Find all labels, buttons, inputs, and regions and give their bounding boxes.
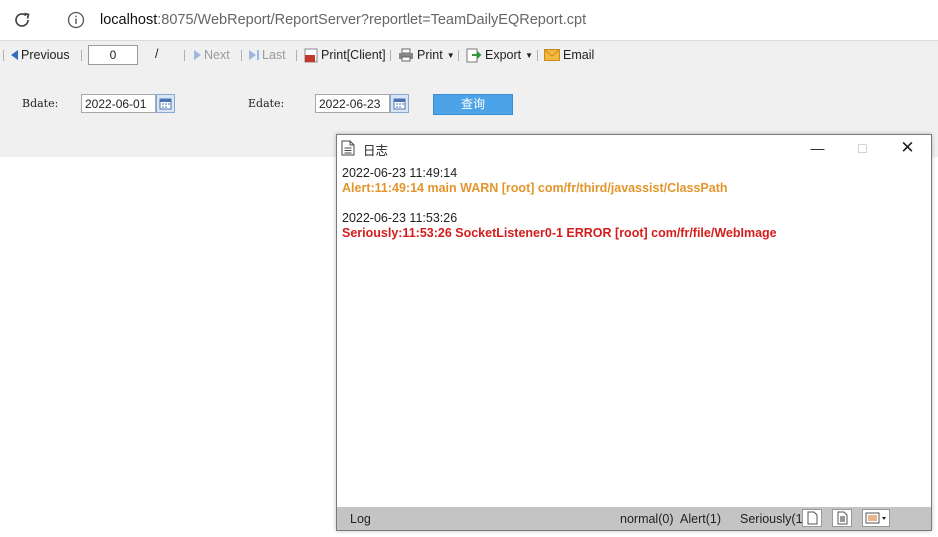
info-icon[interactable] [67, 11, 85, 29]
last-label: Last [262, 48, 286, 62]
export-icon [466, 48, 482, 62]
log-message-serious: Seriously:11:53:26 SocketListener0-1 ERR… [342, 226, 777, 240]
email-label: Email [563, 48, 595, 62]
log-entry: 2022-06-23 11:49:14 Alert:11:49:14 main … [342, 166, 777, 196]
email-button[interactable]: Email [544, 41, 594, 69]
print-button[interactable]: Print ▼ [398, 41, 455, 69]
pdf-print-icon [304, 48, 318, 62]
last-button[interactable]: Last [249, 41, 286, 69]
log-label: Log [350, 512, 371, 526]
arrow-last-icon [249, 50, 259, 60]
previous-button[interactable]: Previous [11, 41, 70, 69]
url-field[interactable]: localhost:8075/WebReport/ReportServer?re… [100, 12, 586, 28]
toolbar-separator [390, 50, 391, 61]
reload-icon[interactable] [12, 10, 32, 30]
log-dialog: 日志 — □ ✕ 2022-06-23 11:49:14 Alert:11:49… [336, 134, 932, 531]
dropdown-caret-icon: ▼ [525, 50, 534, 60]
arrow-right-icon [194, 50, 201, 60]
log-message-alert: Alert:11:49:14 main WARN [root] com/fr/t… [342, 181, 728, 195]
arrow-left-icon [11, 50, 18, 60]
page-separator: / [155, 47, 159, 61]
toolbar-separator [458, 50, 459, 61]
calendar-icon[interactable] [156, 94, 175, 113]
next-button[interactable]: Next [194, 41, 230, 69]
dropdown-caret-icon: ▼ [446, 50, 455, 60]
email-icon [544, 49, 560, 61]
printer-icon [399, 48, 413, 62]
export-button[interactable]: Export ▼ [466, 41, 533, 69]
toolbar-separator [537, 50, 538, 61]
toolbar-separator [81, 50, 82, 61]
list-view-dropdown-icon[interactable] [862, 509, 890, 527]
url-path: :8075/WebReport/ReportServer?reportlet=T… [157, 12, 587, 28]
log-content: 2022-06-23 11:49:14 Alert:11:49:14 main … [342, 166, 777, 256]
page-number-input[interactable]: 0 [88, 45, 138, 65]
print-client-button[interactable]: Print[Client] [304, 41, 386, 69]
dialog-titlebar[interactable]: 日志 — □ ✕ [337, 135, 931, 161]
calendar-icon[interactable] [390, 94, 409, 113]
log-entry: 2022-06-23 11:53:26 Seriously:11:53:26 S… [342, 211, 777, 241]
minimize-button[interactable]: — [795, 135, 840, 161]
dialog-title: 日志 [363, 144, 389, 158]
browser-address-bar: localhost:8075/WebReport/ReportServer?re… [0, 0, 938, 40]
edate-label: Edate: [248, 97, 285, 110]
report-toolbar: Previous 0 / Next Last Print[Client] Pri… [0, 40, 938, 70]
query-button[interactable]: 查询 [433, 94, 513, 115]
print-label: Print [417, 48, 443, 62]
new-document-icon[interactable] [802, 509, 822, 527]
export-label: Export [485, 48, 522, 62]
toolbar-separator [296, 50, 297, 61]
seriously-count[interactable]: Seriously(1 [740, 512, 803, 526]
bdate-input[interactable]: 2022-06-01 [81, 94, 156, 113]
close-button[interactable]: ✕ [885, 135, 930, 161]
print-client-label: Print[Client] [321, 48, 386, 62]
next-label: Next [204, 48, 230, 62]
toolbar-separator [184, 50, 185, 61]
normal-count[interactable]: normal(0) [620, 512, 674, 526]
url-host: localhost [100, 12, 158, 28]
document-icon [341, 140, 355, 156]
dialog-statusbar: Log normal(0) Alert(1) Seriously(1 [337, 507, 931, 530]
text-document-icon[interactable] [832, 509, 852, 527]
previous-label: Previous [21, 48, 70, 62]
log-timestamp: 2022-06-23 11:49:14 [342, 166, 458, 180]
toolbar-separator [3, 50, 4, 61]
alert-count[interactable]: Alert(1) [680, 512, 721, 526]
toolbar-separator [241, 50, 242, 61]
log-timestamp: 2022-06-23 11:53:26 [342, 211, 458, 225]
bdate-label: Bdate: [22, 97, 59, 110]
maximize-button[interactable]: □ [840, 135, 885, 161]
edate-input[interactable]: 2022-06-23 [315, 94, 390, 113]
